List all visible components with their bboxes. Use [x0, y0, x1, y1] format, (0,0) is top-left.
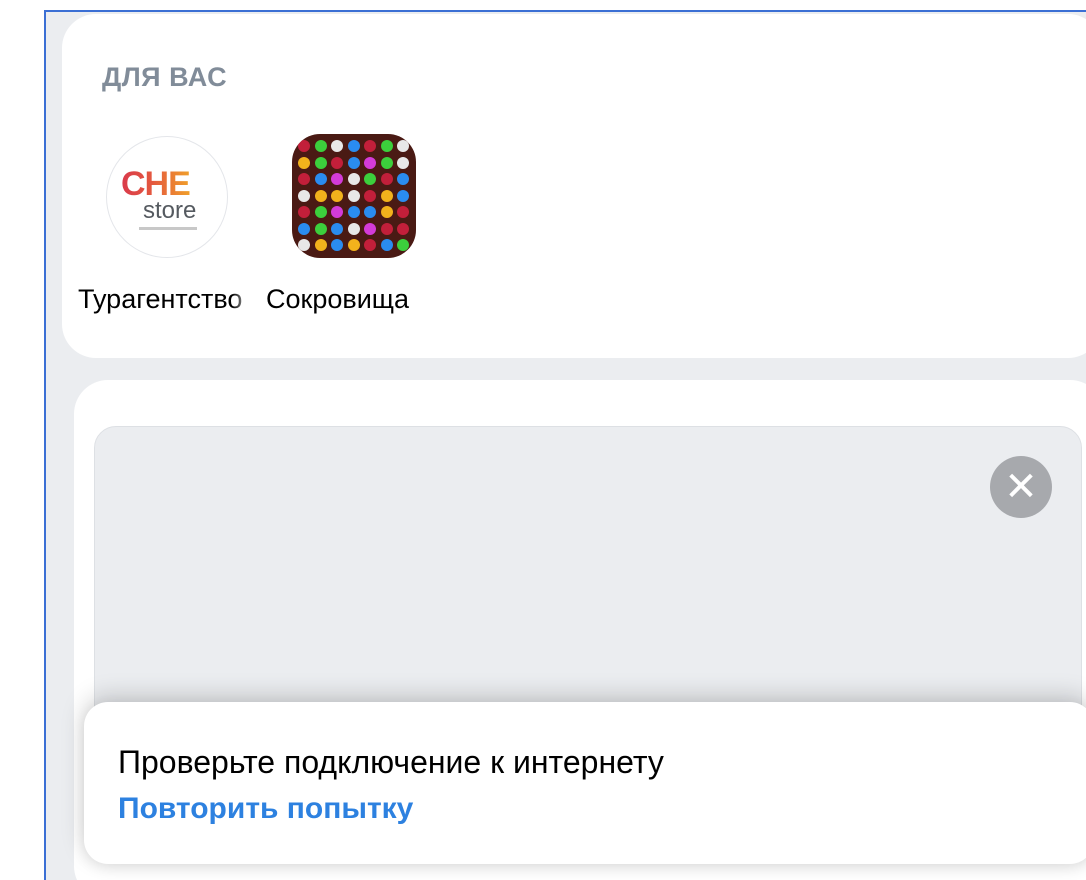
app-label-tour-agency[interactable]: Турагентство: [78, 284, 256, 315]
app-screen: ДЛЯ ВАС CHE store Турагентство Сокровища…: [44, 10, 1086, 880]
gem-icon: [331, 206, 343, 218]
gem-icon: [347, 173, 360, 185]
for-you-card: ДЛЯ ВАС CHE store Турагентство Сокровища: [62, 14, 1086, 358]
gem-icon: [347, 206, 360, 218]
gem-icon: [347, 222, 360, 235]
gem-icon: [314, 156, 327, 169]
gem-icon: [380, 206, 393, 218]
gem-icon: [298, 206, 310, 218]
app-label-treasures[interactable]: Сокровища: [266, 284, 444, 315]
gem-icon: [347, 239, 360, 251]
close-icon[interactable]: ✕: [990, 456, 1052, 518]
gem-icon: [331, 239, 343, 251]
gem-icon: [364, 156, 376, 169]
gem-icon: [380, 189, 393, 202]
logo-small-print: [139, 227, 197, 230]
gem-icon: [331, 222, 343, 235]
gem-icon: [314, 140, 327, 152]
gem-icon: [380, 239, 393, 251]
gem-icon: [364, 206, 376, 218]
label-fade: [420, 282, 444, 318]
gem-icon: [298, 140, 310, 152]
gem-icon: [380, 156, 393, 169]
gem-icon: [364, 189, 376, 202]
gem-icon: [314, 222, 327, 235]
che-store-app-icon[interactable]: CHE store: [106, 136, 228, 258]
retry-button[interactable]: Повторить попытку: [118, 792, 413, 826]
gem-icon: [364, 222, 376, 235]
gem-icon: [397, 140, 409, 152]
gem-icon: [397, 189, 409, 202]
gem-icon: [298, 173, 310, 185]
gem-icon: [298, 222, 310, 235]
gem-icon: [397, 206, 409, 218]
gem-icon: [397, 156, 409, 169]
gem-icon: [397, 222, 409, 235]
treasure-game-app-icon[interactable]: [292, 134, 416, 258]
gem-icon: [397, 239, 409, 251]
gem-icon: [347, 156, 360, 169]
gem-icon: [380, 173, 393, 185]
gem-icon: [298, 239, 310, 251]
gem-icon: [331, 189, 343, 202]
gem-icon: [314, 206, 327, 218]
gem-icon: [380, 222, 393, 235]
gem-icon: [331, 156, 343, 169]
gem-icon: [314, 173, 327, 185]
gem-icon: [347, 189, 360, 202]
gem-icon: [298, 156, 310, 169]
gem-icon: [298, 189, 310, 202]
store-logo-text: store: [143, 197, 197, 224]
label-fade: [232, 282, 256, 318]
gem-icon: [314, 189, 327, 202]
gem-icon: [380, 140, 393, 152]
gem-icon: [364, 173, 376, 185]
section-title: ДЛЯ ВАС: [102, 62, 228, 92]
gem-icon: [314, 239, 327, 251]
gem-icon: [397, 173, 409, 185]
gem-icon: [331, 140, 343, 152]
gem-icon: [364, 140, 376, 152]
toast-message: Проверьте подключение к интернету: [118, 744, 664, 780]
gem-icon: [364, 239, 376, 251]
gem-icon: [347, 140, 360, 152]
connection-error-toast: Проверьте подключение к интернету Повтор…: [84, 702, 1086, 864]
gem-icon: [331, 173, 343, 185]
